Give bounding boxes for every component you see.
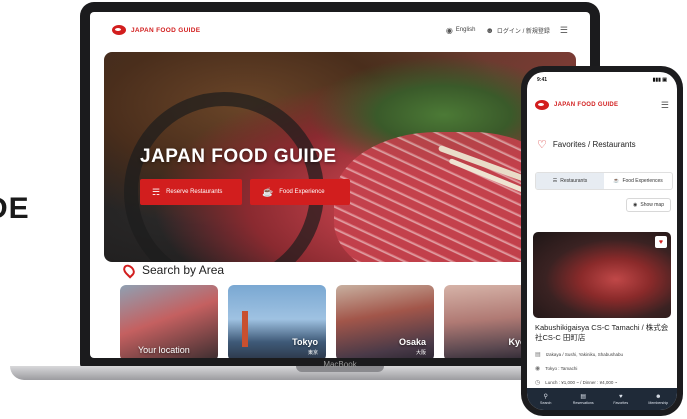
tab-restaurants-label: Restaurants [560, 178, 588, 184]
tabbar-favorites[interactable]: ♥ Favorites [602, 388, 640, 410]
tabbar-reservations-label: Reservations [572, 401, 594, 405]
area-card-sub: 大阪 [415, 350, 426, 356]
area-title: Search by Area [142, 263, 225, 277]
phone-logo[interactable]: JAPAN FOOD GUIDE [535, 100, 618, 110]
site-logo[interactable]: JAPAN FOOD GUIDE [112, 25, 200, 35]
show-map-button[interactable]: ◉ Show map [626, 198, 671, 212]
hero-title: JAPAN FOOD GUIDE [140, 146, 337, 167]
laptop-screen: JAPAN FOOD GUIDE ◉ English ☻ ログイン / 新規登録… [90, 12, 590, 358]
restaurant-location-row: ◉ Tokyo : Tamachi [535, 365, 577, 372]
area-card-your-location[interactable]: Your location [120, 285, 218, 358]
bowl-icon: ☕ [613, 178, 620, 184]
clock-icon: ◷ [535, 380, 541, 386]
menu-icon[interactable]: ☰ [661, 100, 669, 111]
restaurant-name[interactable]: Kabushikigaisya CS-C Tamachi / 株式会社CS-C … [535, 323, 673, 343]
search-icon: ⚲ [543, 394, 548, 400]
category-icon: ▤ [535, 352, 541, 358]
area-card-sub: 東京 [307, 350, 318, 356]
tab-food-experiences[interactable]: ☕ Food Experiences [604, 173, 672, 189]
map-pin-icon: ◉ [633, 202, 638, 208]
restaurant-price: Lunch : ¥1,000 ~ / Dinner : ¥4,000 ~ [545, 380, 618, 385]
heart-icon: ♥ [618, 393, 623, 400]
language-label: English [455, 27, 476, 33]
location-pin-icon: ◉ [535, 366, 541, 372]
status-time: 9:41 [537, 77, 548, 83]
area-card-label: Osaka [398, 337, 426, 347]
account-button[interactable]: ☻ ログイン / 新規登録 [485, 26, 549, 35]
hero-banner: JAPAN FOOD GUIDE ☴ Reserve Restaurants ☕… [104, 52, 576, 262]
product-mockup: DE MacBook JAPAN FOOD GUIDE ◉ English ☻ … [0, 0, 687, 419]
tabbar-favorites-label: Favorites [613, 400, 629, 405]
tab-restaurants[interactable]: ☴ Restaurants [536, 173, 604, 189]
logo-text: JAPAN FOOD GUIDE [131, 26, 201, 34]
logo-icon [112, 25, 126, 35]
restaurant-location: Tokyo : Tamachi [545, 366, 578, 371]
restaurant-category: Izakaya / Sushi, Yakiniku, Shabushabu [545, 352, 624, 357]
account-label: ログイン / 新規登録 [496, 28, 550, 35]
restaurant-image[interactable]: ♥ [533, 232, 671, 318]
tabbar-membership[interactable]: ☻ Membership [640, 388, 678, 410]
menu-icon[interactable]: ☰ [560, 25, 568, 36]
tabbar-reservations[interactable]: ▤ Reservations [565, 388, 603, 410]
search-by-area-heading: Search by Area [120, 261, 225, 279]
restaurant-price-row: ◷ Lunch : ¥1,000 ~ / Dinner : ¥4,000 ~ [535, 379, 617, 386]
site-header: JAPAN FOOD GUIDE ◉ English ☻ ログイン / 新規登録… [90, 12, 590, 48]
tabbar-membership-label: Membership [648, 400, 669, 405]
user-icon: ☻ [485, 25, 494, 35]
partial-heading: DE [0, 192, 30, 225]
phone-header: JAPAN FOOD GUIDE ☰ [527, 96, 677, 114]
food-experience-label: Food Experience [279, 189, 325, 195]
area-card-label: Your location [138, 345, 190, 355]
location-pin-icon [120, 261, 138, 279]
tokyo-tower-shape [242, 311, 248, 347]
reserve-icon: ☴ [152, 186, 161, 197]
reserve-restaurants-label: Reserve Restaurants [166, 189, 223, 195]
favorites-title: Favorites / Restaurants [552, 140, 636, 149]
hero-pot-shape [124, 92, 324, 262]
header-actions: ◉ English ☻ ログイン / 新規登録 ☰ [446, 25, 568, 36]
macbook-label: MacBook [323, 360, 357, 369]
favorites-heading: ♡ Favorites / Restaurants [537, 138, 636, 151]
logo-icon [535, 100, 549, 110]
heart-outline-icon: ♡ [537, 139, 547, 151]
area-card-tokyo[interactable]: Tokyo 東京 [228, 285, 326, 358]
restaurant-category-row: ▤ Izakaya / Sushi, Yakiniku, Shabushabu [535, 351, 623, 358]
restaurant-icon: ☴ [552, 178, 558, 184]
calendar-icon: ▤ [580, 394, 587, 400]
area-card-label: Tokyo [292, 337, 318, 347]
bottom-tab-bar: ⚲ Search ▤ Reservations ♥ Favorites ☻ Me… [527, 388, 677, 410]
show-map-label: Show map [640, 202, 664, 208]
logo-text: JAPAN FOOD GUIDE [554, 102, 619, 108]
area-card-osaka[interactable]: Osaka 大阪 [336, 285, 434, 358]
tabbar-search[interactable]: ⚲ Search [527, 388, 565, 410]
favorites-tabs: ☴ Restaurants ☕ Food Experiences [535, 172, 673, 190]
phone-screen: 9:41 ▮▮▮ ▣ JAPAN FOOD GUIDE ☰ ♡ Favorite… [527, 72, 677, 410]
bowl-icon: ☕ [262, 186, 274, 197]
language-button[interactable]: ◉ English [446, 26, 476, 35]
area-card-list: Your location Tokyo 東京 Osaka 大阪 Kyoto 京都 [120, 285, 542, 358]
status-bar: 9:41 ▮▮▮ ▣ [527, 72, 677, 88]
food-experience-button[interactable]: ☕ Food Experience [250, 179, 350, 205]
tabbar-search-label: Search [540, 401, 552, 405]
reserve-restaurants-button[interactable]: ☴ Reserve Restaurants [140, 179, 242, 205]
user-icon: ☻ [655, 393, 662, 400]
globe-icon: ◉ [445, 25, 453, 35]
signal-battery-icon: ▮▮▮ ▣ [652, 77, 667, 83]
tab-food-experiences-label: Food Experiences [622, 178, 663, 184]
favorite-heart-icon[interactable]: ♥ [655, 236, 667, 248]
